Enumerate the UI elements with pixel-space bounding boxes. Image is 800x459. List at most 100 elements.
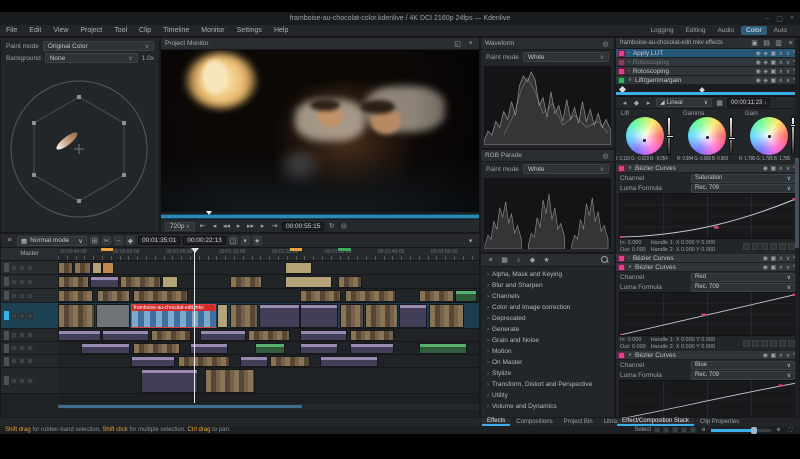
gain-color-wheel[interactable] — [750, 117, 788, 155]
timeline-clip[interactable] — [131, 356, 176, 367]
timeline-clip[interactable] — [419, 290, 454, 302]
timeline-zoom-slider[interactable] — [711, 429, 771, 432]
timeline-clip[interactable] — [338, 276, 362, 288]
timeline-clip[interactable] — [255, 343, 285, 354]
timeline-clip[interactable] — [120, 276, 161, 288]
timeline-tracks[interactable]: framboise-au-chocolat-edit.mkv — [58, 261, 479, 403]
curve-tool-icon[interactable] — [752, 243, 759, 250]
effect-row-rotoscoping-1[interactable]: › Rotoscoping ◉◈▣∧∨× — [616, 58, 799, 67]
effect-row-bezier-curves[interactable]: ∨ Bézier Curves ◉▣∧∨× — [616, 263, 799, 272]
move-down-icon[interactable]: ∨ — [786, 50, 790, 57]
next-frame-icon[interactable]: ▸ — [258, 222, 267, 231]
move-up-icon[interactable]: ∧ — [779, 50, 783, 57]
close-icon[interactable]: × — [466, 39, 475, 48]
curve-tool-icon[interactable] — [779, 243, 786, 250]
track-header-a2[interactable] — [1, 342, 58, 355]
timeline-clip[interactable] — [133, 343, 181, 354]
save-preset-icon[interactable]: ▣ — [750, 39, 759, 48]
save-icon[interactable]: ▣ — [771, 77, 777, 84]
track-header-a1[interactable] — [1, 329, 58, 342]
timeline-ruler[interactable]: 00:00:40:0000:00:50:0000:01:00:0000:01:1… — [58, 248, 479, 261]
timeline-clip[interactable] — [200, 330, 246, 341]
timeline-position-timecode[interactable]: 00:01:35:01 — [138, 236, 180, 245]
chevron-down-icon[interactable]: ∨ — [628, 77, 632, 83]
save-icon[interactable]: ▣ — [771, 68, 777, 75]
timeline-clip[interactable] — [399, 304, 427, 328]
timeline-clip[interactable] — [300, 343, 338, 354]
curve-tool-icon[interactable] — [770, 340, 777, 347]
track-mute-icon[interactable] — [19, 313, 25, 319]
curve-tool-icon[interactable] — [752, 340, 759, 347]
track-header-a4[interactable] — [1, 368, 58, 394]
gamma-level-slider[interactable] — [729, 117, 733, 155]
effect-row-bezier-curves[interactable]: ∨ Bézier Curves ◉▣∧∨× — [616, 351, 799, 360]
forward-icon[interactable]: ▸▸ — [246, 222, 255, 231]
eye-icon[interactable]: ◉ — [763, 255, 768, 262]
save-icon[interactable]: ▣ — [771, 352, 777, 359]
parade-paint-mode-select[interactable]: White∨ — [523, 164, 609, 174]
waveform-paint-mode-select[interactable]: White∨ — [523, 52, 609, 62]
keyframe-icon[interactable]: ◈ — [763, 59, 768, 66]
track-a4[interactable] — [58, 368, 479, 394]
video-frame[interactable] — [161, 50, 479, 212]
luma-formula-select[interactable]: Rec. 709∨ — [691, 184, 795, 193]
monitor-playhead-marker[interactable] — [206, 211, 212, 215]
custom-effects-icon[interactable]: ◆ — [528, 256, 537, 265]
curve-tool-icon[interactable] — [761, 243, 768, 250]
stack-scrollbar[interactable] — [795, 38, 799, 418]
lift-color-wheel[interactable] — [626, 117, 664, 155]
move-up-icon[interactable]: ∧ — [779, 77, 783, 84]
effect-category[interactable]: ›Volume and Dynamics — [481, 401, 614, 412]
zoom-in-icon[interactable]: ⊕ — [774, 426, 783, 435]
lift-level-slider[interactable] — [667, 117, 671, 155]
track-lock-icon[interactable] — [27, 313, 33, 319]
menu-timeline[interactable]: Timeline — [157, 27, 195, 34]
timeline-clip[interactable] — [345, 290, 396, 302]
track-mute-icon[interactable] — [19, 293, 25, 299]
curve-tool-icon[interactable] — [743, 243, 750, 250]
save-icon[interactable]: ▣ — [771, 255, 777, 262]
track-mute-icon[interactable] — [19, 279, 25, 285]
grid-icon[interactable]: ▦ — [715, 98, 724, 107]
menu-project[interactable]: Project — [74, 27, 108, 34]
save-icon[interactable]: ▣ — [771, 165, 777, 172]
selection-tool-icon[interactable]: ⊞ — [90, 236, 99, 245]
save-icon[interactable]: ▣ — [771, 264, 777, 271]
track-menu-icon[interactable] — [11, 378, 17, 384]
eye-icon[interactable]: ◉ — [756, 68, 761, 75]
effect-category[interactable]: ›Grain and Noise — [481, 335, 614, 346]
status-tool-icon[interactable] — [690, 427, 696, 433]
razor-tool-icon[interactable]: ✂ — [102, 236, 111, 245]
workspace-tab-color[interactable]: Color — [741, 26, 767, 35]
selected-clip[interactable]: framboise-au-chocolat-edit.mkv — [131, 304, 216, 328]
effect-category[interactable]: ›Blur and Sharpen — [481, 280, 614, 291]
track-menu-icon[interactable] — [11, 332, 17, 338]
timeline-clip[interactable] — [429, 304, 464, 328]
timeline-options-icon[interactable]: ▾ — [466, 236, 475, 245]
eye-icon[interactable]: ◉ — [756, 59, 761, 66]
timeline-clip[interactable] — [350, 343, 394, 354]
effects-dock-tab[interactable]: Project Bin — [559, 418, 598, 426]
timeline-menu-icon[interactable]: ≡ — [5, 236, 14, 245]
track-lock-icon[interactable] — [27, 378, 33, 384]
timeline-marker-zone[interactable] — [338, 248, 352, 251]
video-effects-icon[interactable]: ▦ — [500, 256, 509, 265]
gamma-color-wheel[interactable] — [688, 117, 726, 155]
effect-category[interactable]: ›Deprecated — [481, 313, 614, 324]
status-tool-icon[interactable] — [654, 427, 660, 433]
timeline-clip[interactable] — [230, 276, 262, 288]
keyframe-timecode[interactable]: 00:00:11:23↕ — [727, 98, 770, 107]
add-keyframe-icon[interactable]: ◆ — [632, 98, 641, 107]
move-up-icon[interactable]: ∧ — [779, 165, 783, 172]
effect-category[interactable]: ›Channels — [481, 291, 614, 302]
timeline-clip[interactable] — [365, 304, 398, 328]
preview-resolution-select[interactable]: 720p∨ — [165, 222, 195, 231]
menu-edit[interactable]: Edit — [23, 27, 47, 34]
insert-zone-icon[interactable]: ▾ — [241, 236, 250, 245]
effect-category[interactable]: ›Generate — [481, 324, 614, 335]
status-tool-icon[interactable] — [672, 427, 678, 433]
timeline-clip[interactable] — [58, 330, 101, 341]
status-tool-icon[interactable] — [663, 427, 669, 433]
move-up-icon[interactable]: ∧ — [779, 352, 783, 359]
minimize-icon[interactable]: – — [765, 15, 769, 22]
